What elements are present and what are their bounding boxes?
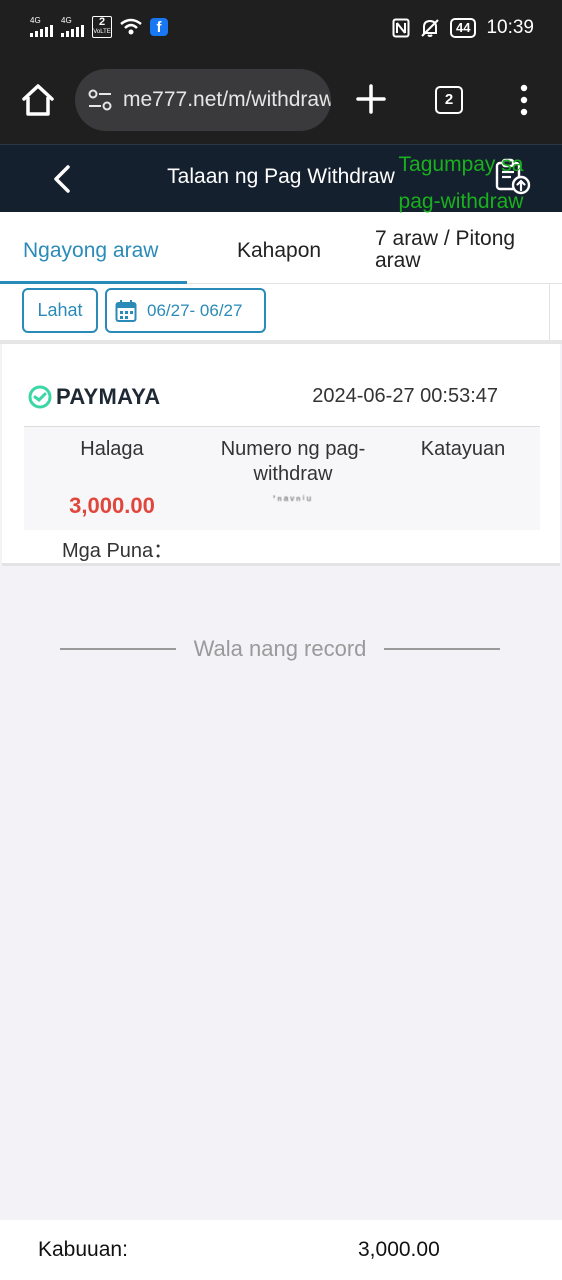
filter-row: Lahat 06/27- 06/27 [0, 284, 562, 342]
nfc-icon [392, 18, 410, 38]
tab-yesterday-label: Kahapon [237, 239, 322, 262]
withdraw-record-card[interactable]: PAYMAYA 2024-06-27 00:53:47 Halaga Numer… [2, 344, 560, 566]
sim2-number: 2 [98, 16, 106, 28]
withdraw-number-header: Numero ng pag-withdraw [220, 438, 366, 485]
tab-seven-days[interactable]: 7 araw / Pitong araw [374, 212, 562, 284]
date-range-button[interactable]: 06/27- 06/27 [105, 288, 266, 333]
withdraw-number-value: ’ⁿᵃᵛⁿⁱᵘ [272, 493, 314, 507]
divider [384, 648, 500, 650]
address-bar[interactable]: me777.net/m/withdraw [75, 69, 331, 131]
divider [549, 284, 550, 342]
tab-today[interactable]: Ngayong araw [0, 212, 187, 284]
tabs-icon[interactable]: 2 [435, 86, 463, 114]
sim1-network-type: 4G [30, 16, 41, 25]
url-text[interactable]: me777.net/m/withdraw [123, 88, 331, 112]
no-more-records: Wala nang record [60, 632, 500, 666]
facebook-icon: f [150, 18, 168, 36]
status-left-group: 4G 4G 2 VoLTE f [30, 16, 168, 38]
signal-icon [30, 25, 53, 37]
tab-seven-days-label: 7 araw / Pitong araw [375, 227, 516, 272]
total-footer: Kabuuan: 3,000.00 [0, 1220, 562, 1280]
status-header: Katayuan [420, 438, 506, 460]
calendar-icon [115, 299, 137, 322]
record-details: Halaga Numero ng pag-withdraw Katayuan 3… [24, 426, 540, 530]
total-label: Kabuuan: [38, 1238, 128, 1261]
signal-icon [61, 25, 84, 37]
total-value: 3,000.00 [358, 1238, 440, 1261]
muted-bell-icon [421, 19, 439, 37]
tab-today-label: Ngayong araw [23, 239, 159, 262]
remarks-label: Mga Puna： [62, 540, 174, 562]
amount-value: 3,000.00 [69, 493, 155, 518]
volte-label: VoLTE [93, 29, 111, 35]
status-value: Tagumpay sa pag-withdraw [398, 153, 524, 213]
paymaya-logo-icon [28, 385, 52, 409]
tab-yesterday[interactable]: Kahapon [187, 212, 374, 284]
volte-badge: 2 VoLTE [92, 16, 112, 38]
date-range-text: 06/27- 06/27 [147, 300, 243, 320]
amount-header: Halaga [80, 438, 144, 460]
home-icon[interactable] [18, 80, 58, 120]
record-datetime: 2024-06-27 00:53:47 [312, 385, 498, 407]
battery-icon: 44 [449, 18, 477, 38]
filter-all-button[interactable]: Lahat [22, 288, 98, 333]
status-right-group: 44 10:39 [392, 17, 534, 39]
wifi-icon [120, 18, 142, 35]
site-settings-icon[interactable] [87, 88, 113, 112]
sim1-signal: 4G [30, 17, 53, 37]
clock: 10:39 [486, 17, 534, 38]
date-tabs: Ngayong araw Kahapon 7 araw / Pitong ara… [0, 212, 562, 284]
sim2-signal: 4G [61, 17, 84, 37]
browser-toolbar: me777.net/m/withdraw 2 [0, 58, 562, 144]
channel-name: PAYMAYA [56, 384, 161, 409]
status-bar: 4G 4G 2 VoLTE f 44 10:39 [0, 0, 562, 58]
sim2-network-type: 4G [61, 16, 72, 25]
new-tab-plus-icon[interactable] [354, 82, 388, 116]
payment-channel: PAYMAYA [28, 384, 160, 410]
more-vert-icon[interactable] [512, 82, 536, 118]
